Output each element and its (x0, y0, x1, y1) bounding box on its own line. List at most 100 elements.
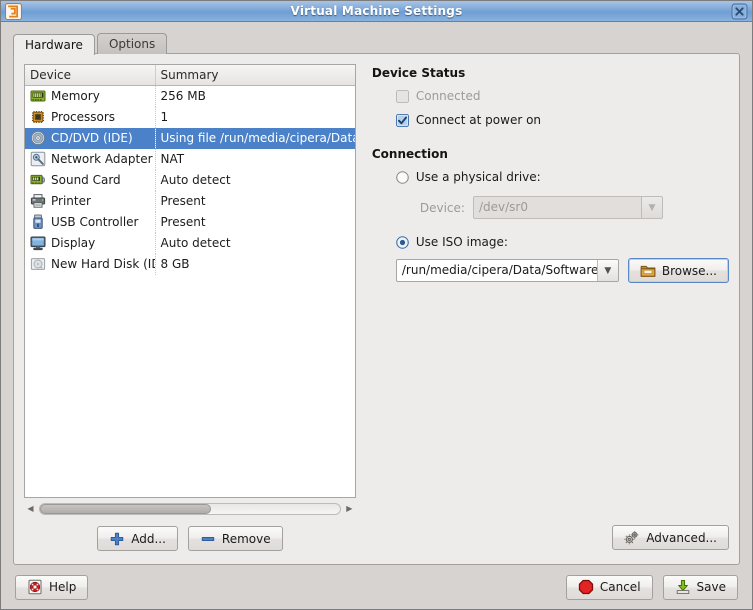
summary-cell: 8 GB (160, 257, 190, 271)
add-button-label: Add... (131, 531, 166, 546)
chevron-down-icon[interactable]: ▼ (596, 260, 618, 281)
dialog-footer: Help Cancel Save (1, 565, 752, 609)
connection-heading: Connection (371, 147, 448, 161)
iso-path-select[interactable]: /run/media/cipera/Data/Software/ISO/M ▼ (395, 259, 619, 282)
device-list[interactable]: Device Summary Memory 256 MB Processors … (24, 64, 356, 498)
connected-checkbox-row[interactable]: Connected (372, 89, 729, 103)
table-row[interactable]: Printer Present (25, 190, 355, 212)
network-icon (30, 151, 46, 167)
chevron-down-icon[interactable]: ▼ (640, 197, 662, 218)
device-settings-column: Device Status Connected Connect at power… (356, 64, 729, 556)
table-row[interactable]: USB Controller Present (25, 211, 355, 233)
table-row[interactable]: Network Adapter NAT (25, 148, 355, 170)
device-name: CD/DVD (IDE) (51, 131, 133, 145)
table-row[interactable]: Processors 1 (25, 106, 355, 128)
title-bar: Virtual Machine Settings (1, 1, 752, 22)
connect-at-power-on-label: Connect at power on (415, 113, 542, 127)
summary-cell: Present (160, 215, 206, 229)
table-header-row: Device Summary (25, 65, 355, 86)
table-row[interactable]: Memory 256 MB (25, 85, 355, 107)
tab-hardware[interactable]: Hardware (13, 34, 95, 55)
sound-card-icon (30, 172, 46, 188)
device-field-label: Device: (419, 200, 465, 215)
advanced-button[interactable]: Advanced... (612, 525, 729, 550)
summary-cell: 256 MB (160, 89, 206, 104)
radio-selected-icon[interactable] (396, 236, 409, 249)
memory-icon (30, 88, 46, 104)
scrollbar-thumb[interactable] (40, 503, 211, 514)
column-header-device: Device (25, 65, 156, 86)
checkbox-checked-icon[interactable] (396, 114, 409, 127)
help-button[interactable]: Help (15, 574, 89, 600)
device-name: Display (51, 236, 96, 250)
tab-options[interactable]: Options (96, 33, 168, 54)
use-physical-drive-label: Use a physical drive: (415, 170, 541, 184)
save-arrow-icon (675, 579, 691, 595)
plus-icon (109, 531, 125, 547)
table-row[interactable]: Sound Card Auto detect (25, 169, 355, 191)
scrollbar-track[interactable] (39, 502, 341, 515)
save-button[interactable]: Save (662, 574, 738, 600)
printer-icon (30, 193, 46, 209)
device-cell: Network Adapter (25, 148, 156, 170)
device-action-buttons: Add... Remove (24, 526, 356, 551)
use-physical-drive-radio-row[interactable]: Use a physical drive: (372, 170, 729, 184)
summary-cell: NAT (160, 152, 185, 166)
use-iso-image-radio-row[interactable]: Use ISO image: (372, 235, 729, 249)
physical-device-row: Device: /dev/sr0 ▼ (372, 196, 729, 219)
device-cell: Memory (25, 85, 156, 107)
device-name: USB Controller (51, 215, 139, 229)
footer-actions: Cancel Save (565, 574, 738, 600)
folder-open-icon (640, 263, 656, 279)
summary-cell: Using file /run/media/cipera/Data/Softw (155, 127, 355, 149)
save-button-label: Save (696, 580, 726, 594)
scroll-right-arrow-icon[interactable]: ▶ (343, 502, 356, 515)
table-row-selected[interactable]: CD/DVD (IDE) Using file /run/media/ciper… (25, 127, 355, 149)
device-cell: CD/DVD (IDE) (25, 127, 156, 149)
device-select[interactable]: /dev/sr0 ▼ (472, 196, 663, 219)
device-cell: Processors (25, 106, 156, 128)
device-cell: Printer (25, 190, 156, 212)
device-name: Processors (51, 110, 116, 124)
usb-icon (30, 214, 46, 230)
remove-button[interactable]: Remove (187, 526, 283, 551)
display-icon (30, 235, 46, 251)
processor-icon (30, 109, 46, 125)
gears-icon (624, 530, 640, 546)
radio-unselected-icon[interactable] (396, 171, 409, 184)
connect-at-power-on-checkbox-row[interactable]: Connect at power on (372, 113, 729, 127)
stop-octagon-icon (578, 579, 594, 595)
advanced-button-wrap: Advanced... (612, 525, 729, 550)
summary-cell: 1 (160, 110, 169, 124)
iso-path-row: /run/media/cipera/Data/Software/ISO/M ▼ … (372, 258, 729, 283)
remove-button-label: Remove (221, 531, 271, 546)
cancel-button[interactable]: Cancel (565, 574, 653, 600)
virtual-machine-settings-window: Virtual Machine Settings Hardware Option… (0, 0, 753, 610)
summary-cell: Present (160, 194, 206, 208)
device-name: Sound Card (51, 173, 121, 187)
add-button[interactable]: Add... (97, 526, 178, 551)
table-row[interactable]: New Hard Disk (IDE) 8 GB (25, 253, 355, 275)
cd-dvd-icon (30, 130, 46, 146)
checkbox-unchecked-icon[interactable] (396, 90, 409, 103)
close-icon[interactable] (731, 3, 748, 20)
tab-strip: Hardware Options (13, 32, 752, 55)
use-iso-image-label: Use ISO image: (415, 235, 508, 249)
device-cell: New Hard Disk (IDE) (25, 253, 156, 275)
table-row[interactable]: Display Auto detect (25, 232, 355, 254)
connected-label: Connected (415, 89, 481, 103)
cancel-button-label: Cancel (599, 580, 641, 594)
device-cell: Sound Card (25, 169, 156, 191)
browse-button[interactable]: Browse... (627, 258, 729, 283)
device-name: Printer (51, 194, 91, 208)
device-cell: Display (25, 232, 156, 254)
summary-cell: Auto detect (160, 236, 231, 250)
iso-path-value[interactable]: /run/media/cipera/Data/Software/ISO/M (397, 260, 597, 281)
hard-disk-icon (30, 256, 46, 272)
scroll-left-arrow-icon[interactable]: ◀ (24, 502, 37, 515)
vmware-logo-icon (5, 3, 22, 20)
window-title: Virtual Machine Settings (290, 3, 463, 18)
summary-cell: Auto detect (160, 173, 231, 187)
device-name: New Hard Disk (IDE) (51, 257, 154, 271)
horizontal-scrollbar[interactable]: ◀ ▶ (24, 501, 356, 516)
